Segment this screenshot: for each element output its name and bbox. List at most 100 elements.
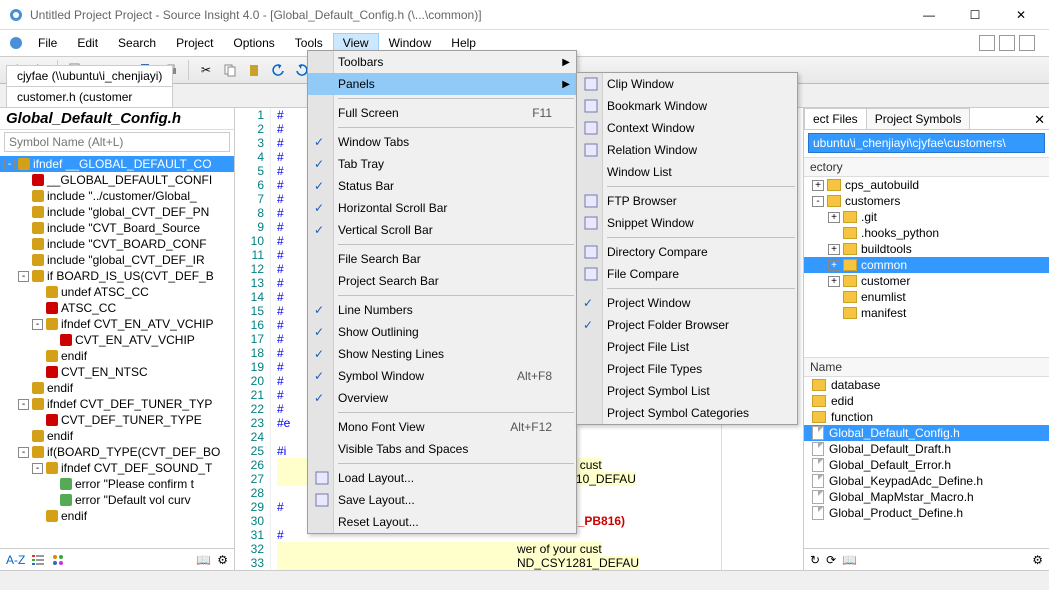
symbol-filter-icon[interactable] xyxy=(51,553,65,567)
project-tab[interactable]: Project Symbols xyxy=(866,108,971,129)
menu-item[interactable]: Full ScreenF11 xyxy=(308,102,576,124)
symbol-tree-item[interactable]: ATSC_CC xyxy=(0,300,234,316)
menu-item[interactable]: Toolbars▶ xyxy=(308,51,576,73)
menu-item[interactable]: ✓Show Nesting Lines xyxy=(308,343,576,365)
sort-az-button[interactable]: A-Z xyxy=(6,553,25,567)
symbol-tree-item[interactable]: include "CVT_Board_Source xyxy=(0,220,234,236)
menu-item[interactable]: FTP Browser xyxy=(577,190,797,212)
directory-item[interactable]: +.git xyxy=(804,209,1049,225)
symbol-tree-item[interactable]: __GLOBAL_DEFAULT_CONFI xyxy=(0,172,234,188)
mdi-close-icon[interactable] xyxy=(1019,35,1035,51)
app-menu-icon[interactable] xyxy=(8,35,24,51)
file-list-item[interactable]: function xyxy=(804,409,1049,425)
symbol-tree-item[interactable]: endif xyxy=(0,380,234,396)
maximize-button[interactable]: ☐ xyxy=(961,8,989,22)
symbol-tree-item[interactable]: CVT_DEF_TUNER_TYPE xyxy=(0,412,234,428)
symbol-tree-item[interactable]: -ifndef CVT_DEF_TUNER_TYP xyxy=(0,396,234,412)
menu-item[interactable]: File Compare xyxy=(577,263,797,285)
gear-icon[interactable]: ⚙ xyxy=(217,553,228,567)
menu-options[interactable]: Options xyxy=(223,33,284,53)
symbol-tree-item[interactable]: -ifndef CVT_DEF_SOUND_T xyxy=(0,460,234,476)
directory-item[interactable]: +customer xyxy=(804,273,1049,289)
menu-item[interactable]: Project File Types xyxy=(577,358,797,380)
copy-button[interactable] xyxy=(220,60,240,80)
symbol-tree-item[interactable]: undef ATSC_CC xyxy=(0,284,234,300)
minimize-button[interactable]: — xyxy=(915,8,943,22)
paste-button[interactable] xyxy=(244,60,264,80)
menu-item[interactable]: ✓Show Outlining xyxy=(308,321,576,343)
file-list[interactable]: databaseedidfunctionGlobal_Default_Confi… xyxy=(804,377,1049,548)
menu-search[interactable]: Search xyxy=(108,33,166,53)
directory-tree[interactable]: +cps_autobuild-customers+.git+.hooks_pyt… xyxy=(804,177,1049,357)
symbol-tree-item[interactable]: CVT_EN_NTSC xyxy=(0,364,234,380)
menu-item[interactable]: ✓Horizontal Scroll Bar xyxy=(308,197,576,219)
symbol-tree[interactable]: -ifndef __GLOBAL_DEFAULT_CO__GLOBAL_DEFA… xyxy=(0,154,234,548)
menu-item[interactable]: ✓Overview xyxy=(308,387,576,409)
directory-item[interactable]: -customers xyxy=(804,193,1049,209)
menu-item[interactable]: Project Search Bar xyxy=(308,270,576,292)
file-list-item[interactable]: Global_KeypadAdc_Define.h xyxy=(804,473,1049,489)
cut-button[interactable]: ✂ xyxy=(196,60,216,80)
menu-item[interactable]: Project Symbol List xyxy=(577,380,797,402)
symbol-list-icon[interactable] xyxy=(31,553,45,567)
directory-item[interactable]: +manifest xyxy=(804,305,1049,321)
symbol-tree-item[interactable]: -if BOARD_IS_US(CVT_DEF_B xyxy=(0,268,234,284)
menu-item[interactable]: Visible Tabs and Spaces xyxy=(308,438,576,460)
menu-item[interactable]: Panels▶ xyxy=(308,73,576,95)
close-button[interactable]: ✕ xyxy=(1007,8,1035,22)
panel-close-button[interactable]: ✕ xyxy=(1034,112,1045,128)
directory-item[interactable]: +buildtools xyxy=(804,241,1049,257)
file-list-item[interactable]: database xyxy=(804,377,1049,393)
menu-item[interactable]: Directory Compare xyxy=(577,241,797,263)
file-list-item[interactable]: edid xyxy=(804,393,1049,409)
menu-item[interactable]: ✓Project Folder Browser xyxy=(577,314,797,336)
file-list-item[interactable]: Global_MapMstar_Macro.h xyxy=(804,489,1049,505)
sync-icon[interactable]: ⟳ xyxy=(826,553,836,567)
menu-item[interactable]: Reset Layout... xyxy=(308,511,576,533)
undo-button[interactable] xyxy=(268,60,288,80)
symbol-tree-item[interactable]: -ifndef __GLOBAL_DEFAULT_CO xyxy=(0,156,234,172)
symbol-tree-item[interactable]: include "global_CVT_DEF_IR xyxy=(0,252,234,268)
menu-item[interactable]: ✓Project Window xyxy=(577,292,797,314)
menu-item[interactable]: ✓Window Tabs xyxy=(308,131,576,153)
symbol-tree-item[interactable]: endif xyxy=(0,508,234,524)
directory-item[interactable]: +cps_autobuild xyxy=(804,177,1049,193)
menu-item[interactable]: Project File List xyxy=(577,336,797,358)
file-list-item[interactable]: Global_Product_Define.h xyxy=(804,505,1049,521)
menu-file[interactable]: File xyxy=(28,33,67,53)
symbol-tree-item[interactable]: -ifndef CVT_EN_ATV_VCHIP xyxy=(0,316,234,332)
menu-item[interactable]: ✓Vertical Scroll Bar xyxy=(308,219,576,241)
file-list-item[interactable]: Global_Default_Error.h xyxy=(804,457,1049,473)
menu-item[interactable]: Bookmark Window xyxy=(577,95,797,117)
menu-edit[interactable]: Edit xyxy=(67,33,108,53)
refresh-icon[interactable]: ↻ xyxy=(810,553,820,567)
file-tab[interactable]: customer.h (customer xyxy=(6,86,173,107)
symbol-tree-item[interactable]: -if(BOARD_TYPE(CVT_DEF_BO xyxy=(0,444,234,460)
project-tab[interactable]: ect Files xyxy=(804,108,867,129)
symbol-tree-item[interactable]: CVT_EN_ATV_VCHIP xyxy=(0,332,234,348)
menu-item[interactable]: Snippet Window xyxy=(577,212,797,234)
menu-item[interactable]: Project Symbol Categories xyxy=(577,402,797,424)
menu-project[interactable]: Project xyxy=(166,33,223,53)
mdi-restore-icon[interactable] xyxy=(999,35,1015,51)
book-icon[interactable]: 📖 xyxy=(842,553,857,567)
menu-item[interactable]: Load Layout... xyxy=(308,467,576,489)
symbol-tree-item[interactable]: endif xyxy=(0,348,234,364)
directory-item[interactable]: +enumlist xyxy=(804,289,1049,305)
menu-item[interactable]: Context Window xyxy=(577,117,797,139)
symbol-tree-item[interactable]: include "CVT_BOARD_CONF xyxy=(0,236,234,252)
directory-item[interactable]: +.hooks_python xyxy=(804,225,1049,241)
symbol-tree-item[interactable]: error "Default vol curv xyxy=(0,492,234,508)
menu-item[interactable]: Clip Window xyxy=(577,73,797,95)
menu-item[interactable]: Window List xyxy=(577,161,797,183)
menu-item[interactable]: Mono Font ViewAlt+F12 xyxy=(308,416,576,438)
file-list-item[interactable]: Global_Default_Draft.h xyxy=(804,441,1049,457)
file-tab[interactable]: cjyfae (\\ubuntu\i_chenjiayi) xyxy=(6,65,173,86)
directory-item[interactable]: +common xyxy=(804,257,1049,273)
symbol-tree-item[interactable]: include "../customer/Global_ xyxy=(0,188,234,204)
menu-item[interactable]: ✓Tab Tray xyxy=(308,153,576,175)
symbol-tree-item[interactable]: include "global_CVT_DEF_PN xyxy=(0,204,234,220)
panels-submenu[interactable]: Clip WindowBookmark WindowContext Window… xyxy=(576,72,798,425)
mdi-minimize-icon[interactable] xyxy=(979,35,995,51)
menu-item[interactable]: ✓Line Numbers xyxy=(308,299,576,321)
